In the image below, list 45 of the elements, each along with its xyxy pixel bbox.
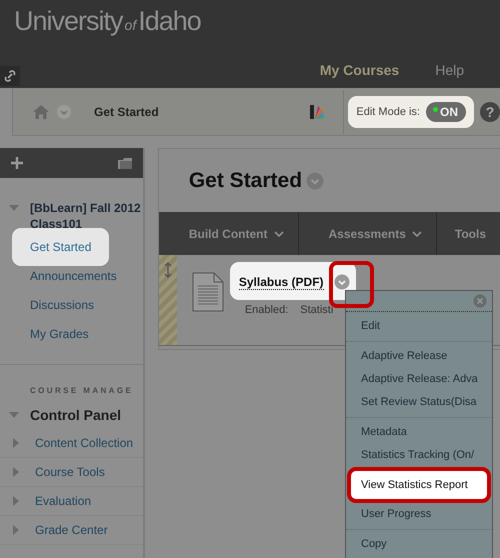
control-panel-item[interactable]: Course Tools (35, 465, 105, 479)
drag-strip[interactable] (158, 255, 177, 345)
chevron-icon[interactable] (56, 104, 72, 120)
action-menu-button[interactable]: Assessments (298, 212, 437, 255)
document-icon (192, 272, 224, 312)
control-panel-item[interactable]: Content Collection (35, 436, 134, 450)
caret-icon (274, 230, 284, 238)
item-meta-text: Statisti (300, 304, 334, 316)
page-title: Get Started (188, 168, 302, 192)
section-heading: COURSE MANAGE (30, 386, 134, 395)
chevron-icon[interactable] (306, 172, 324, 190)
logo-text: of (124, 17, 136, 33)
logo-text: Idaho (138, 6, 201, 37)
menu-item[interactable]: Metadata (346, 421, 492, 444)
palette-icon[interactable] (309, 104, 326, 120)
menu-item[interactable]: Edit (346, 315, 492, 338)
close-icon[interactable] (473, 294, 487, 308)
logo-text: University (14, 6, 123, 37)
nav-tab[interactable]: My Courses (320, 62, 400, 78)
menu-item[interactable]: Statistics Tracking (On/ (346, 444, 492, 467)
control-panel-item[interactable]: Evaluation (35, 494, 92, 508)
edit-mode-toggle[interactable]: ON (426, 102, 466, 122)
item-meta-text: Enabled: (244, 304, 288, 316)
edit-mode-label: Edit Mode is: (356, 106, 420, 118)
control-panel-title[interactable]: Control Panel (30, 407, 122, 423)
menu-item[interactable]: Adaptive Release (346, 345, 492, 368)
help-button[interactable]: ? (480, 102, 500, 122)
add-icon[interactable] (10, 156, 24, 170)
home-icon[interactable] (32, 104, 50, 120)
menu-item[interactable]: Copy (346, 533, 492, 556)
menu-item[interactable]: View Statistics Report (347, 467, 491, 503)
course-menu-item[interactable]: Get Started (12, 228, 110, 266)
caret-icon (412, 230, 422, 238)
breadcrumb-current: Get Started (94, 104, 159, 118)
menu-item[interactable]: Adaptive Release: Adva (346, 368, 492, 391)
chevron-icon[interactable] (334, 274, 350, 290)
menu-item[interactable]: Set Review Status(Disa (346, 391, 492, 414)
item-title-link[interactable]: Syllabus (PDF) (238, 274, 324, 290)
control-panel-item[interactable]: Grade Center (35, 523, 108, 537)
menu-item[interactable]: User Progress (346, 503, 492, 526)
nav-tab[interactable]: Help (435, 62, 464, 78)
drag-icon[interactable] (164, 262, 172, 278)
folder-icon[interactable] (116, 156, 133, 170)
link-icon[interactable] (0, 66, 20, 86)
action-menu-button[interactable]: Tools (436, 212, 500, 255)
